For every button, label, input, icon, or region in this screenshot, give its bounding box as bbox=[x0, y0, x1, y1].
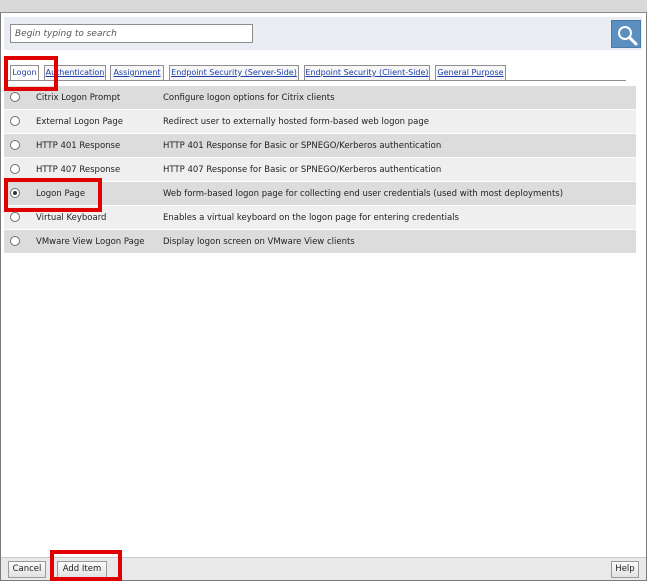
item-description: Redirect user to externally hosted form-… bbox=[163, 117, 429, 127]
radio-button[interactable] bbox=[10, 140, 20, 150]
highlight-box-add-item bbox=[50, 550, 122, 581]
search-input[interactable] bbox=[10, 24, 253, 43]
magnifier-icon bbox=[618, 26, 638, 46]
tab-assignment[interactable]: Assignment bbox=[110, 65, 164, 80]
item-description: HTTP 407 Response for Basic or SPNEGO/Ke… bbox=[163, 165, 442, 175]
item-description: Display logon screen on VMware View clie… bbox=[163, 237, 355, 247]
tab-endpoint-security-server[interactable]: Endpoint Security (Server-Side) bbox=[169, 65, 299, 80]
tab-general-purpose[interactable]: General Purpose bbox=[435, 65, 506, 80]
tab-divider bbox=[8, 80, 626, 81]
help-button[interactable]: Help bbox=[611, 561, 639, 578]
list-item[interactable]: VMware View Logon Page Display logon scr… bbox=[4, 230, 636, 254]
radio-button[interactable] bbox=[10, 164, 20, 174]
highlight-box-logon-page bbox=[4, 178, 102, 212]
tab-endpoint-security-client[interactable]: Endpoint Security (Client-Side) bbox=[304, 65, 430, 80]
highlight-box-logon-tab bbox=[4, 56, 58, 91]
list-item[interactable]: External Logon Page Redirect user to ext… bbox=[4, 110, 636, 134]
item-name: External Logon Page bbox=[36, 117, 124, 127]
title-bar bbox=[0, 0, 647, 13]
cancel-button[interactable]: Cancel bbox=[8, 561, 46, 578]
item-name: VMware View Logon Page bbox=[36, 237, 145, 247]
item-description: Configure logon options for Citrix clien… bbox=[163, 93, 335, 103]
search-button[interactable] bbox=[611, 20, 641, 48]
item-description: Web form-based logon page for collecting… bbox=[163, 189, 564, 199]
list-item[interactable]: HTTP 401 Response HTTP 401 Response for … bbox=[4, 134, 636, 158]
item-description: HTTP 401 Response for Basic or SPNEGO/Ke… bbox=[163, 141, 442, 151]
radio-button[interactable] bbox=[10, 92, 20, 102]
item-name: HTTP 401 Response bbox=[36, 141, 121, 151]
item-description: Enables a virtual keyboard on the logon … bbox=[163, 213, 459, 223]
list-item[interactable]: Citrix Logon Prompt Configure logon opti… bbox=[4, 86, 636, 110]
item-list: Citrix Logon Prompt Configure logon opti… bbox=[4, 86, 636, 254]
radio-button[interactable] bbox=[10, 236, 20, 246]
radio-button[interactable] bbox=[10, 212, 20, 222]
radio-button[interactable] bbox=[10, 116, 20, 126]
